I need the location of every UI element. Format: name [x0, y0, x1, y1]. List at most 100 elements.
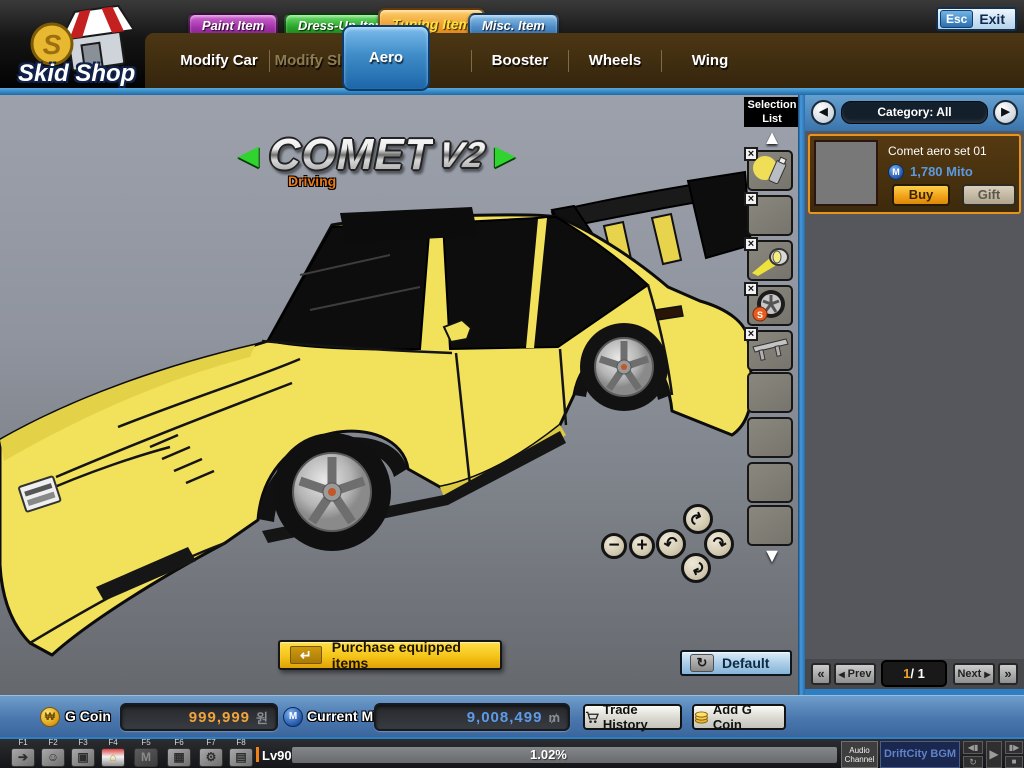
gift-button[interactable]: Gift: [962, 184, 1016, 206]
coins-icon: [694, 711, 709, 724]
prev-car-arrow[interactable]: ◀: [238, 140, 259, 171]
gcoin-label: G Coin: [65, 708, 111, 724]
skid-shop-logo: S Skid Shop: [10, 4, 150, 88]
selection-slot-wing[interactable]: ×: [747, 330, 793, 371]
zoom-out-button[interactable]: −: [601, 533, 627, 559]
paint-spray-icon: [750, 153, 790, 188]
item-name: Comet aero set 01: [888, 144, 987, 158]
slot-checkbox[interactable]: ×: [744, 192, 758, 206]
category-next-button[interactable]: ▶: [993, 100, 1018, 125]
mito-symbol: ₥: [548, 710, 560, 725]
f8-quest-icon[interactable]: ▤: [229, 748, 253, 767]
bgm-play-button[interactable]: ▶: [986, 741, 1002, 768]
selection-slot-empty-2[interactable]: [747, 372, 793, 413]
fkey-label: F5: [131, 739, 161, 747]
wing-icon: [750, 333, 790, 368]
fkey-label: F6: [164, 739, 194, 747]
category-label: Category: All: [841, 101, 988, 124]
rotate-right-button[interactable]: ↷: [704, 529, 734, 559]
logo-text: Skid Shop: [18, 60, 135, 88]
panel-divider: [798, 95, 805, 695]
page-next-button[interactable]: Next ▶: [953, 663, 995, 685]
car-version: V2: [435, 134, 488, 176]
selection-slot-empty-4[interactable]: [747, 462, 793, 503]
nav-tab-aero-active[interactable]: Aero: [342, 25, 430, 91]
page-first-button[interactable]: «: [811, 663, 831, 685]
fkey-label: F3: [68, 739, 98, 747]
page-last-button[interactable]: »: [998, 663, 1018, 685]
audio-channel-button[interactable]: AudioChannel: [841, 741, 878, 768]
nav-tab-booster[interactable]: Booster: [472, 52, 568, 69]
gcoin-icon: ₩: [40, 707, 60, 727]
f7-settings-icon[interactable]: ⚙: [199, 748, 223, 767]
zoom-in-button[interactable]: +: [629, 533, 655, 559]
next-car-arrow[interactable]: ▶: [495, 140, 516, 171]
add-gcoin-button[interactable]: Add G Coin: [692, 704, 786, 730]
selection-slot-empty-3[interactable]: [747, 417, 793, 458]
item-price: 1,780 Mito: [910, 164, 973, 179]
purchase-equipped-button[interactable]: ↵ Purchase equipped items: [278, 640, 502, 670]
exp-percent: 1.02%: [530, 747, 567, 763]
fkey-label: F2: [38, 739, 68, 747]
page-indicator: 1/ 1: [881, 660, 947, 687]
car-status-label: Driving: [288, 173, 336, 189]
buy-button[interactable]: Buy: [892, 184, 950, 206]
shop-item-card[interactable]: Comet aero set 01 M 1,780 Mito Buy Gift: [808, 134, 1021, 214]
f2-character-icon[interactable]: ☺: [41, 748, 65, 767]
selection-scroll-down[interactable]: ▼: [756, 545, 788, 568]
header: S Skid Shop Paint Item Dress-Up Item Tun…: [0, 0, 1024, 95]
page-prev-button[interactable]: ◀ Prev: [834, 663, 876, 685]
mito-value: 9,008,499: [467, 709, 543, 726]
exit-button[interactable]: Esc Exit: [936, 7, 1017, 31]
mito-icon: M: [283, 707, 303, 727]
bgm-loop-button[interactable]: ↻: [963, 756, 983, 768]
bgm-next-button[interactable]: ▮▶: [1005, 741, 1023, 754]
refresh-icon: ↻: [690, 654, 714, 672]
gcoin-value: 999,999: [189, 709, 250, 726]
selection-slot-empty-1[interactable]: ×: [747, 195, 793, 236]
selection-slot-empty-5[interactable]: [747, 505, 793, 546]
cart-icon: [585, 710, 599, 724]
trade-history-label: Trade History: [603, 702, 680, 732]
car-3d-model[interactable]: [0, 95, 800, 695]
bgm-title-display: DriftCity BGM: [880, 741, 960, 768]
selection-slot-paint[interactable]: ×: [747, 150, 793, 191]
svg-text:S: S: [43, 29, 62, 60]
item-thumbnail: [814, 140, 878, 206]
fkey-label: F4: [98, 739, 128, 747]
fkey-label: F1: [8, 739, 38, 747]
pager-bar: « ◀ Prev 1/ 1 Next ▶ »: [805, 659, 1024, 689]
mito-coin-icon: M: [888, 164, 904, 180]
svg-text:S: S: [757, 310, 763, 320]
f5-map-icon[interactable]: M: [134, 748, 158, 767]
f6-messenger-icon[interactable]: ▦: [167, 748, 191, 767]
taskbar: F1➔ F2☺ F3▣ F4⌂ F5M F6▦ F7⚙ F8▤ Lv90 1.0…: [0, 737, 1024, 768]
booster-light-icon: [750, 243, 790, 278]
selection-scroll-up[interactable]: ▲: [756, 127, 788, 150]
trade-history-button[interactable]: Trade History: [583, 704, 682, 730]
default-label: Default: [722, 655, 769, 671]
mito-amount-field: 9,008,499 ₥: [374, 703, 570, 731]
nav-tab-modify-car[interactable]: Modify Car: [169, 52, 269, 69]
rotate-left-button[interactable]: ↶: [656, 529, 686, 559]
f1-chat-icon[interactable]: ➔: [11, 748, 35, 767]
category-prev-button[interactable]: ◀: [811, 100, 836, 125]
wheel-icon: S: [750, 288, 790, 323]
skid-shop-screen: S Skid Shop Paint Item Dress-Up Item Tun…: [0, 0, 1024, 768]
nav-tab-wheels[interactable]: Wheels: [569, 52, 661, 69]
fkey-label: F8: [226, 739, 256, 747]
rotate-down-button[interactable]: ↷: [681, 553, 711, 583]
default-button[interactable]: ↻ Default: [680, 650, 792, 676]
level-tick: [256, 747, 259, 762]
f3-inventory-icon[interactable]: ▣: [71, 748, 95, 767]
selection-slot-wheel[interactable]: × S: [747, 285, 793, 326]
bgm-stop-button[interactable]: ■: [1005, 756, 1023, 768]
rotate-up-button[interactable]: ↷: [683, 504, 713, 534]
f4-shop-icon[interactable]: ⌂: [101, 748, 125, 767]
header-divider-line: [0, 88, 1024, 95]
enter-key-icon: ↵: [290, 646, 322, 664]
bgm-prev-button[interactable]: ◀▮: [963, 741, 983, 754]
add-gcoin-label: Add G Coin: [713, 702, 784, 732]
selection-slot-booster[interactable]: ×: [747, 240, 793, 281]
nav-tab-wing[interactable]: Wing: [662, 52, 758, 69]
